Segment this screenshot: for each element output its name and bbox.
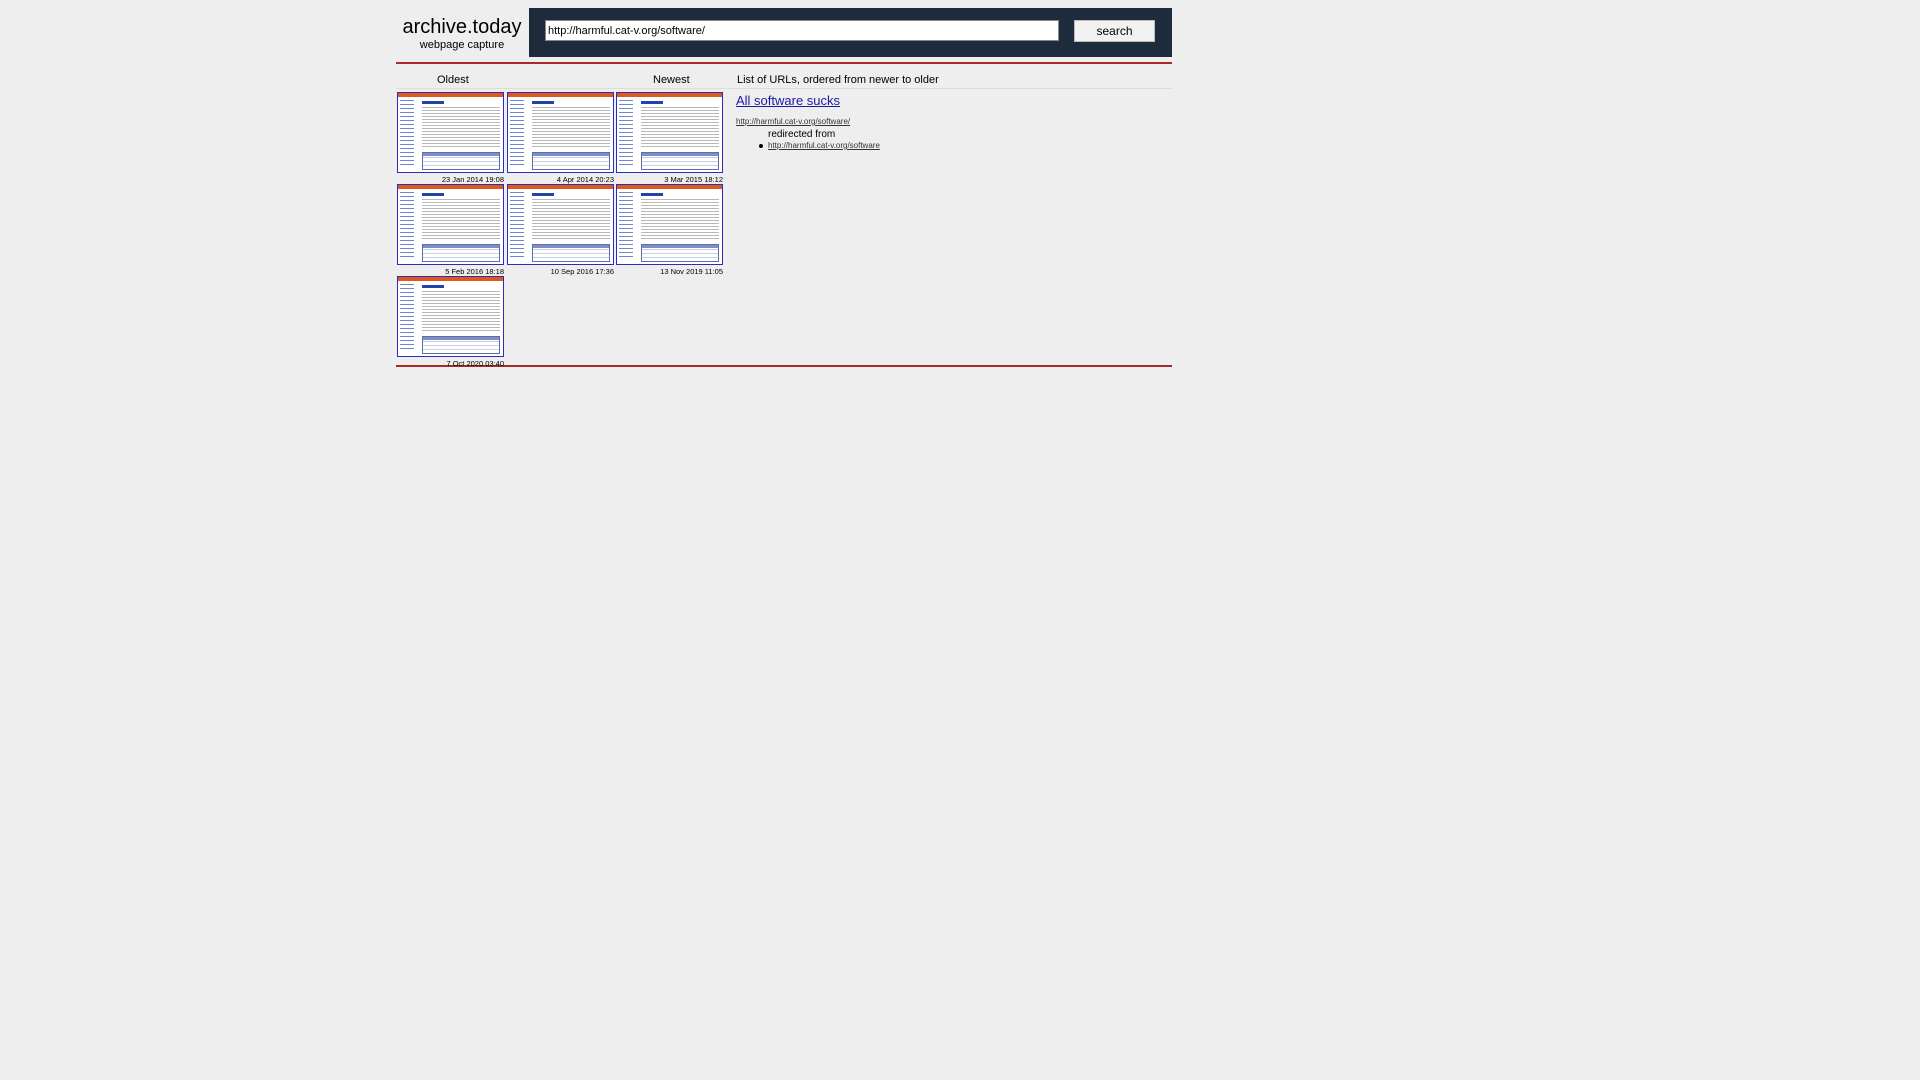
header: archive.today webpage capture search xyxy=(396,8,1172,57)
snapshot-date: 4 Apr 2014 20:23 xyxy=(556,175,614,184)
snapshot-item[interactable]: 3 Mar 2015 18:12 xyxy=(616,92,723,184)
search-button[interactable]: search xyxy=(1074,20,1155,42)
redirect-list: http://harmful.cat-v.org/software xyxy=(736,141,1166,150)
snapshot-item[interactable]: 23 Jan 2014 19:08 xyxy=(397,92,504,184)
brand-title[interactable]: archive.today xyxy=(396,16,528,38)
page: archive.today webpage capture search Old… xyxy=(396,8,1172,368)
snapshot-thumbnail[interactable] xyxy=(507,92,614,173)
original-url-link[interactable]: http://harmful.cat-v.org/software/ xyxy=(736,117,1166,126)
snapshot-thumbnail[interactable] xyxy=(397,276,504,357)
snapshot-thumbnail[interactable] xyxy=(397,92,504,173)
snapshot-thumbnail[interactable] xyxy=(397,184,504,265)
snapshot-date: 3 Mar 2015 18:12 xyxy=(664,175,723,184)
snapshot-item[interactable]: 5 Feb 2016 18:18 xyxy=(397,184,504,276)
page-title-link[interactable]: All software sucks xyxy=(736,93,840,108)
snapshot-thumbnail[interactable] xyxy=(507,184,614,265)
redirected-from-label: redirected from xyxy=(768,129,836,140)
snapshot-date: 10 Sep 2016 17:36 xyxy=(550,267,614,276)
snapshot-thumbnail[interactable] xyxy=(616,184,723,265)
brand-subtitle: webpage capture xyxy=(419,39,505,51)
results: 23 Jan 2014 19:08 4 Apr 2014 20:23 3 Mar… xyxy=(396,89,1172,368)
snapshot-item[interactable]: 7 Oct 2020 03:40 xyxy=(397,276,504,368)
url-input[interactable] xyxy=(545,20,1059,41)
divider-top xyxy=(396,62,1172,64)
snapshot-thumbnail[interactable] xyxy=(616,92,723,173)
snapshot-item[interactable]: 10 Sep 2016 17:36 xyxy=(507,184,614,276)
newest-label: Newest xyxy=(653,74,690,86)
snapshot-date: 23 Jan 2014 19:08 xyxy=(441,175,504,184)
logo[interactable]: archive.today webpage capture xyxy=(396,8,528,57)
divider-bottom xyxy=(396,365,1172,367)
column-headers: Oldest Newest List of URLs, ordered from… xyxy=(396,66,1172,89)
snapshot-date: 13 Nov 2019 11:05 xyxy=(660,267,723,276)
entry-panel: All software sucks http://harmful.cat-v.… xyxy=(736,92,1166,150)
list-heading: List of URLs, ordered from newer to olde… xyxy=(737,74,939,86)
redirect-url-link[interactable]: http://harmful.cat-v.org/software xyxy=(768,141,880,150)
snapshot-item[interactable]: 13 Nov 2019 11:05 xyxy=(616,184,723,276)
oldest-label: Oldest xyxy=(437,74,469,86)
search-bar: search xyxy=(529,8,1172,57)
snapshot-date: 7 Oct 2020 03:40 xyxy=(446,359,504,368)
snapshot-item[interactable]: 4 Apr 2014 20:23 xyxy=(507,92,614,184)
list-item: http://harmful.cat-v.org/software xyxy=(759,141,1166,150)
snapshot-date: 5 Feb 2016 18:18 xyxy=(445,267,504,276)
